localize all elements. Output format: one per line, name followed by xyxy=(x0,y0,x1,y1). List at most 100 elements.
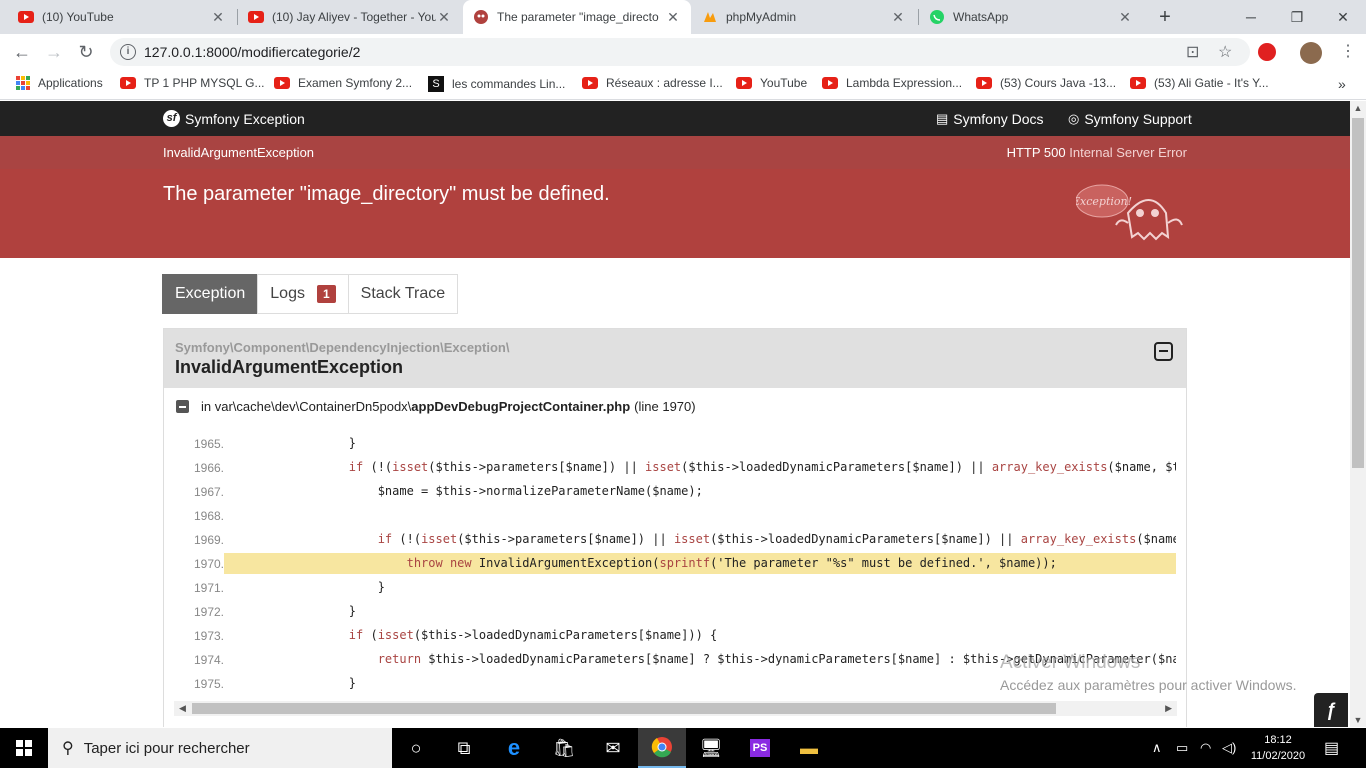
bookmark-item[interactable]: Lambda Expression... xyxy=(822,76,962,90)
symfony-brand[interactable]: sf Symfony Exception xyxy=(163,110,305,127)
extension-icon[interactable] xyxy=(1258,43,1276,61)
youtube-icon xyxy=(736,77,752,89)
task-view-icon[interactable]: ⧉ xyxy=(440,728,488,768)
battery-icon[interactable]: ▭ xyxy=(1176,728,1188,768)
close-tab-icon[interactable]: ✕ xyxy=(1117,9,1133,26)
line-number: 1969. xyxy=(193,533,224,547)
close-tab-icon[interactable]: ✕ xyxy=(665,9,681,26)
volume-icon[interactable]: ◁) xyxy=(1222,728,1236,768)
bookmark-star-icon[interactable]: ☆ xyxy=(1218,42,1232,62)
browser-tab-jay-aliyev[interactable]: (10) Jay Aliyev - Together - You ✕ xyxy=(238,0,462,34)
scroll-up-icon[interactable]: ▲ xyxy=(1350,103,1366,113)
address-bar[interactable]: i 127.0.0.1:8000/modifiercategorie/2 xyxy=(110,38,1250,66)
bookmark-item[interactable]: YouTube xyxy=(736,76,807,90)
mail-icon[interactable]: ✉ xyxy=(589,728,637,768)
notifications-icon[interactable]: ▤ xyxy=(1324,728,1339,768)
bookmark-item[interactable]: (53) Cours Java -13... xyxy=(976,76,1116,90)
close-tab-icon[interactable]: ✕ xyxy=(436,9,452,26)
menu-kebab-icon[interactable]: ⋮ xyxy=(1340,41,1356,61)
tab-title: The parameter "image_directo xyxy=(497,10,659,24)
bookmark-applications[interactable]: Applications xyxy=(16,76,103,90)
line-number: 1968. xyxy=(193,509,224,523)
maximize-button[interactable]: ❐ xyxy=(1274,0,1320,34)
code-line: 1968. xyxy=(164,504,1176,528)
logs-count-badge: 1 xyxy=(316,285,336,303)
trace-header: Symfony\Component\DependencyInjection\Ex… xyxy=(164,329,1186,388)
close-tab-icon[interactable]: ✕ xyxy=(890,9,906,26)
bookmark-item[interactable]: Examen Symfony 2... xyxy=(274,76,412,90)
collapse-minus-icon[interactable] xyxy=(176,400,189,413)
line-number: 1967. xyxy=(193,485,224,499)
scroll-right-icon[interactable]: ▶ xyxy=(1165,701,1172,716)
code-text: if (isset($this->loadedDynamicParameters… xyxy=(348,628,718,642)
profile-avatar[interactable] xyxy=(1300,42,1322,64)
vertical-scrollbar[interactable]: ▲ ▼ xyxy=(1350,101,1366,727)
symfony-toolbar-toggle-icon[interactable]: ƒ xyxy=(1314,693,1348,727)
info-icon[interactable]: i xyxy=(120,44,136,60)
brand-label: Symfony Exception xyxy=(185,110,305,127)
browser-tab-phpmyadmin[interactable]: phpMyAdmin ✕ xyxy=(692,0,916,34)
wifi-icon[interactable]: ◠ xyxy=(1200,728,1211,768)
tab-title: WhatsApp xyxy=(953,10,1009,24)
collapse-trace-icon[interactable] xyxy=(1154,342,1173,361)
close-tab-icon[interactable]: ✕ xyxy=(210,9,226,26)
forward-arrow-icon[interactable]: → xyxy=(42,40,66,64)
browser-tab-youtube[interactable]: (10) YouTube ✕ xyxy=(8,0,236,34)
edge-icon[interactable]: e xyxy=(490,728,538,768)
phpstorm-icon[interactable]: PS xyxy=(736,728,784,768)
symfony-ghost-icon xyxy=(474,10,488,24)
bookmark-item[interactable]: Réseaux : adresse I... xyxy=(582,76,723,90)
bookmark-item[interactable]: Sles commandes Lin... xyxy=(428,76,565,92)
exception-class: InvalidArgumentException xyxy=(175,357,404,377)
code-line: 1965. } xyxy=(164,432,1176,456)
bookmark-label: Réseaux : adresse I... xyxy=(606,76,723,90)
bookmark-item[interactable]: (53) Ali Gatie - It's Y... xyxy=(1130,76,1269,90)
browser-tab-whatsapp[interactable]: WhatsApp ✕ xyxy=(919,0,1143,34)
page-content: sf Symfony Exception ▤ Symfony Docs ◎ Sy… xyxy=(0,101,1350,727)
bookmark-label: Examen Symfony 2... xyxy=(298,76,413,90)
new-tab-button[interactable]: + xyxy=(1154,6,1176,29)
cortana-icon[interactable]: ○ xyxy=(392,728,440,768)
tab-stack-trace[interactable]: Stack Trace xyxy=(347,274,459,314)
file-explorer-icon[interactable]: ▬ xyxy=(785,728,833,768)
youtube-icon xyxy=(582,77,598,89)
reload-icon[interactable]: ↻ xyxy=(74,40,98,64)
chrome-icon[interactable] xyxy=(638,728,686,768)
scroll-down-icon[interactable]: ▼ xyxy=(1350,715,1366,725)
system-clock[interactable]: 18:12 11/02/2020 xyxy=(1246,732,1310,764)
tab-title: phpMyAdmin xyxy=(726,10,797,24)
code-line: 1971. } xyxy=(164,576,1176,600)
close-window-button[interactable]: ✕ xyxy=(1320,0,1366,34)
exception-tabs: Exception Logs 1 Stack Trace xyxy=(162,274,459,314)
store-icon[interactable]: 🛍 xyxy=(540,728,588,768)
scrollbar-thumb[interactable] xyxy=(192,703,1056,714)
scrollbar-thumb[interactable] xyxy=(1352,118,1364,468)
clock-time: 18:12 xyxy=(1264,734,1292,746)
pc-icon[interactable]: 🖥 xyxy=(687,728,735,768)
symfony-docs-link[interactable]: ▤ Symfony Docs xyxy=(936,111,1044,127)
start-button[interactable] xyxy=(0,728,48,768)
bookmark-label: (53) Cours Java -13... xyxy=(1000,76,1117,90)
url-text: 127.0.0.1:8000/modifiercategorie/2 xyxy=(144,44,361,60)
tab-exception[interactable]: Exception xyxy=(162,274,259,314)
minimize-button[interactable]: ─ xyxy=(1228,0,1274,34)
back-arrow-icon[interactable]: ← xyxy=(10,40,34,64)
more-bookmarks-icon[interactable]: » xyxy=(1338,76,1346,92)
lifebuoy-icon: ◎ xyxy=(1068,111,1080,126)
tab-label: Stack Trace xyxy=(360,285,446,302)
code-text: throw new InvalidArgumentException(sprin… xyxy=(224,553,1176,574)
trace-file-line[interactable]: in var\cache\dev\ContainerDn5podx\ appDe… xyxy=(176,399,696,414)
bookmark-item[interactable]: TP 1 PHP MYSQL G... xyxy=(120,76,265,90)
taskbar-search[interactable]: ⚲ Taper ici pour rechercher xyxy=(48,728,392,768)
support-label: Symfony Support xyxy=(1084,111,1192,127)
translate-icon[interactable]: ⊡ xyxy=(1186,42,1199,62)
http-status: HTTP 500 Internal Server Error xyxy=(1007,145,1187,160)
scroll-left-icon[interactable]: ◀ xyxy=(179,701,186,716)
browser-tab-symfony-exception[interactable]: The parameter "image_directo ✕ xyxy=(463,0,691,34)
symfony-support-link[interactable]: ◎ Symfony Support xyxy=(1068,111,1192,127)
horizontal-scrollbar[interactable]: ◀ ▶ xyxy=(174,701,1177,716)
line-number: 1972. xyxy=(193,605,224,619)
tab-logs[interactable]: Logs 1 xyxy=(257,274,349,314)
tray-overflow-icon[interactable]: ∧ xyxy=(1152,728,1162,768)
browser-toolbar: ← → ↻ i 127.0.0.1:8000/modifiercategorie… xyxy=(0,34,1366,70)
